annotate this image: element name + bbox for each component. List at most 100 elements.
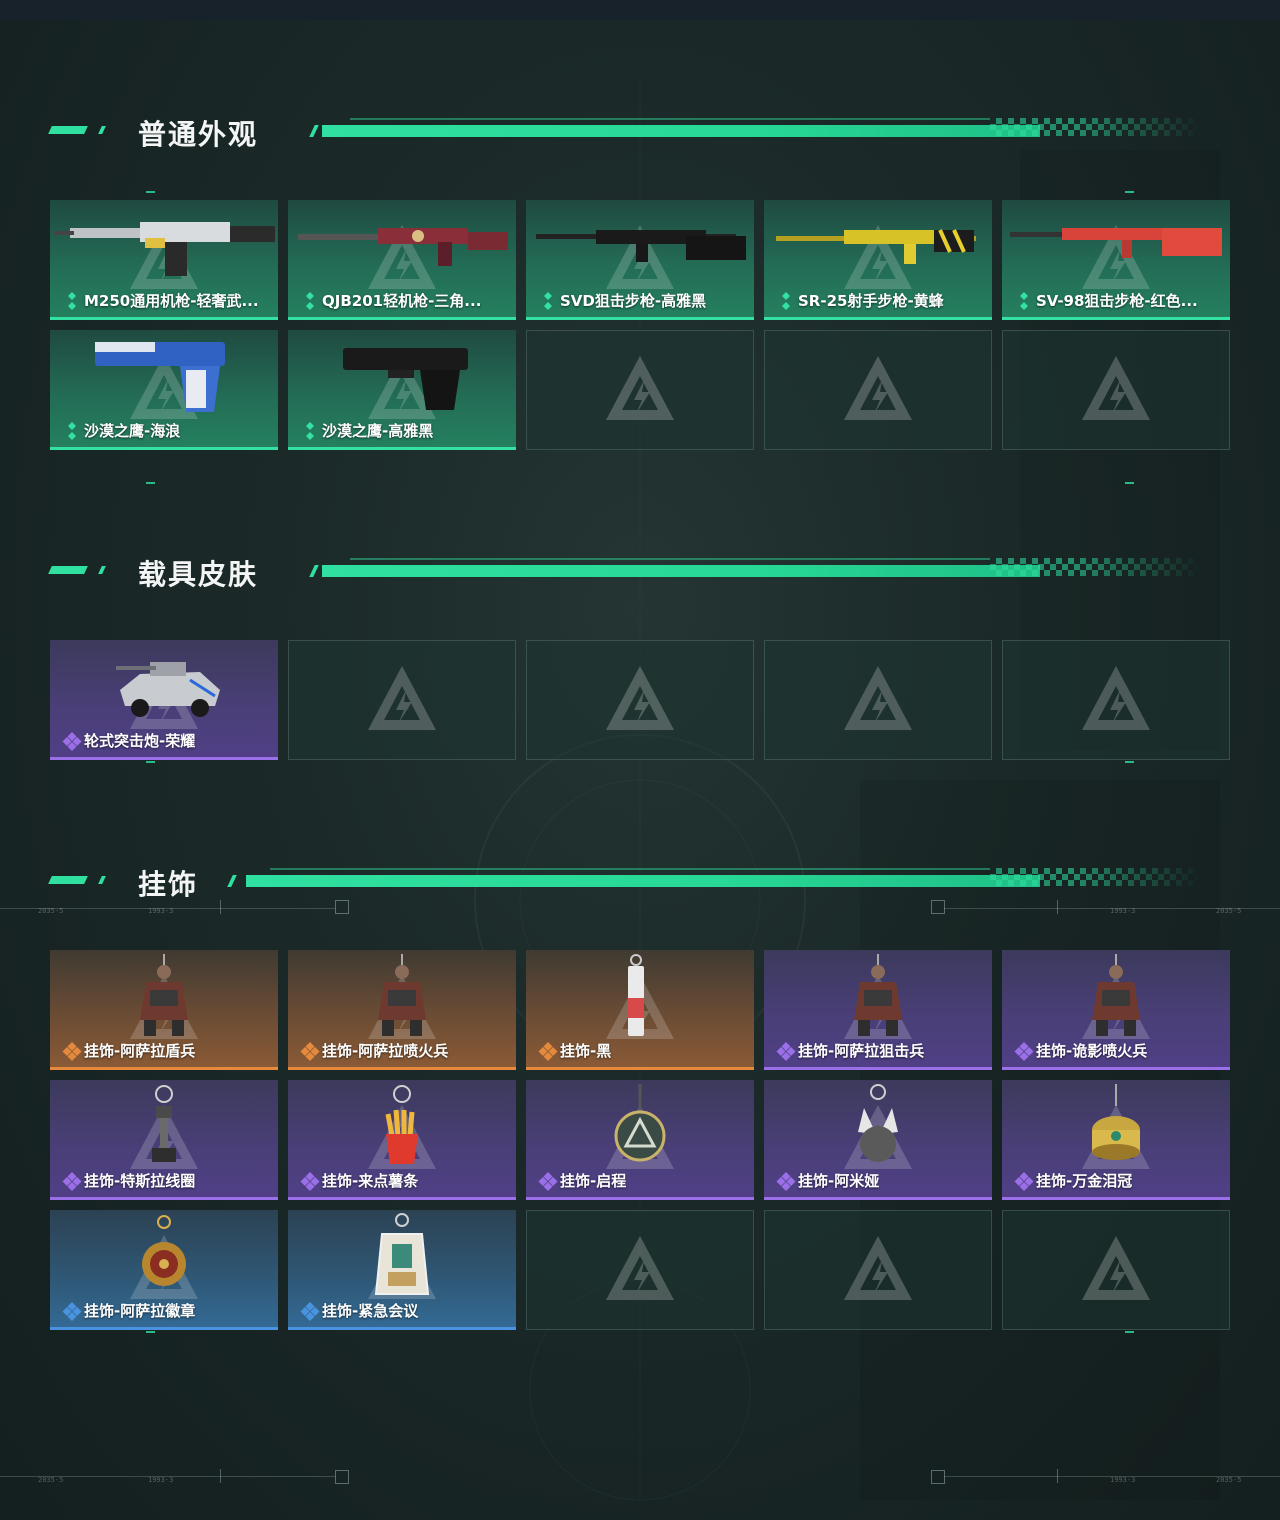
orange-rarity-icon [62,1042,82,1061]
item-card[interactable]: QJB201轻机枪-三角... [288,200,516,320]
frame-mark [1057,1469,1058,1483]
grid-tick [1125,482,1134,484]
item-label: 挂饰-万金泪冠 [1036,1172,1133,1190]
section-header-appearance: 普通外观 [48,116,1200,151]
header-accent [309,125,319,137]
top-bar [0,0,1280,20]
item-label: 挂饰-启程 [560,1172,627,1190]
frame-mark [220,1469,221,1483]
logo-watermark-icon [1082,666,1150,730]
orange-rarity-icon [538,1042,558,1061]
green-rarity-icon [306,422,314,440]
grid-tick [146,482,155,484]
grid-tick [1125,1331,1134,1333]
tesla-coil-charm-icon [152,1085,176,1162]
empty-slot [526,1210,754,1330]
green-rarity-icon [1020,292,1028,310]
item-card[interactable]: 沙漠之鹰-高雅黑 [288,330,516,450]
item-card[interactable]: 挂饰-阿萨拉喷火兵 [288,950,516,1070]
section-header-vehicle: 载具皮肤 [48,556,1200,591]
bolt-rifle-icon [1010,228,1222,258]
blue-rarity-icon [300,1302,320,1321]
item-card[interactable]: 挂饰-诡影喷火兵 [1002,950,1230,1070]
grid-tick [146,191,155,193]
header-accent [309,565,319,577]
item-card[interactable]: 挂饰-万金泪冠 [1002,1080,1230,1200]
logo-watermark-icon [1082,1236,1150,1300]
empty-slot [764,640,992,760]
header-checker [990,558,1200,576]
item-card[interactable]: SVD狙击步枪-高雅黑 [526,200,754,320]
header-bar [322,125,1040,137]
item-card[interactable]: 挂饰-启程 [526,1080,754,1200]
item-label: 挂饰-紧急会议 [322,1302,419,1320]
frame-mark [220,900,221,914]
purple-rarity-icon [300,1172,320,1191]
badge-charm-icon [142,1215,186,1286]
frame-box [335,900,349,914]
light-machine-gun-icon [298,228,508,266]
item-label: 挂饰-诡影喷火兵 [1036,1042,1148,1060]
purple-rarity-icon [1014,1042,1034,1061]
green-rarity-icon [544,292,552,310]
item-card[interactable]: 挂饰-黑 [526,950,754,1070]
decor-code: 1993-3 [148,907,174,915]
logo-watermark-icon [844,666,912,730]
item-card[interactable]: 挂饰-阿米娅 [764,1080,992,1200]
crown-charm-icon [1092,1084,1140,1160]
green-rarity-icon [306,292,314,310]
acrylic-charm-icon [374,1213,430,1295]
plush-charm-icon [858,1084,898,1162]
decor-code: 1993-3 [1110,1476,1136,1484]
frame-mark [1057,900,1058,914]
item-label: 挂饰-阿米娅 [798,1172,880,1190]
green-rarity-icon [68,422,76,440]
figure-charm-icon [140,954,188,1036]
item-label: SV-98狙击步枪-红色... [1036,292,1198,310]
item-card[interactable]: 挂饰-阿萨拉徽章 [50,1210,278,1330]
item-card[interactable]: M250通用机枪-轻奢武... [50,200,278,320]
figure-charm-icon [854,954,902,1036]
grid-tick [1125,761,1134,763]
item-label: 挂饰-来点薯条 [322,1172,419,1190]
orange-rarity-icon [300,1042,320,1061]
item-label: 沙漠之鹰-高雅黑 [322,422,434,440]
blue-rarity-icon [62,1302,82,1321]
pistol-icon [343,348,468,410]
logo-watermark-icon [1082,356,1150,420]
purple-rarity-icon [1014,1172,1034,1191]
item-card[interactable]: 沙漠之鹰-海浪 [50,330,278,450]
header-thin-line [350,118,990,120]
item-label: 轮式突击炮-荣耀 [84,732,196,750]
grid-tick [1125,191,1134,193]
frame-box [931,900,945,914]
empty-slot [764,330,992,450]
header-accent [48,566,88,574]
item-card[interactable]: 挂饰-特斯拉线圈 [50,1080,278,1200]
item-card[interactable]: 挂饰-紧急会议 [288,1210,516,1330]
header-checker [990,868,1200,886]
logo-watermark-icon [606,1236,674,1300]
empty-slot [1002,640,1230,760]
armored-vehicle-icon [116,662,220,717]
item-card[interactable]: SV-98狙击步枪-红色... [1002,200,1230,320]
logo-watermark-icon [844,356,912,420]
empty-slot [526,330,754,450]
logo-watermark-icon [844,1236,912,1300]
purple-rarity-icon [776,1042,796,1061]
decor-code: 2035-5 [38,907,64,915]
item-card[interactable]: 轮式突击炮-荣耀 [50,640,278,760]
item-card[interactable]: 挂饰-阿萨拉狙击兵 [764,950,992,1070]
section-title: 普通外观 [138,118,259,151]
item-card[interactable]: 挂饰-来点薯条 [288,1080,516,1200]
decor-code: 2035-5 [1216,1476,1242,1484]
item-card[interactable]: 挂饰-阿萨拉盾兵 [50,950,278,1070]
item-label: 挂饰-阿萨拉徽章 [84,1302,196,1320]
item-card[interactable]: SR-25射手步枪-黄蜂 [764,200,992,320]
logo-watermark-icon [606,666,674,730]
decor-code: 2035-5 [38,1476,64,1484]
header-accent [98,126,106,134]
purple-rarity-icon [776,1172,796,1191]
decor-code: 1993-3 [1110,907,1136,915]
item-label: 挂饰-阿萨拉盾兵 [84,1042,196,1060]
